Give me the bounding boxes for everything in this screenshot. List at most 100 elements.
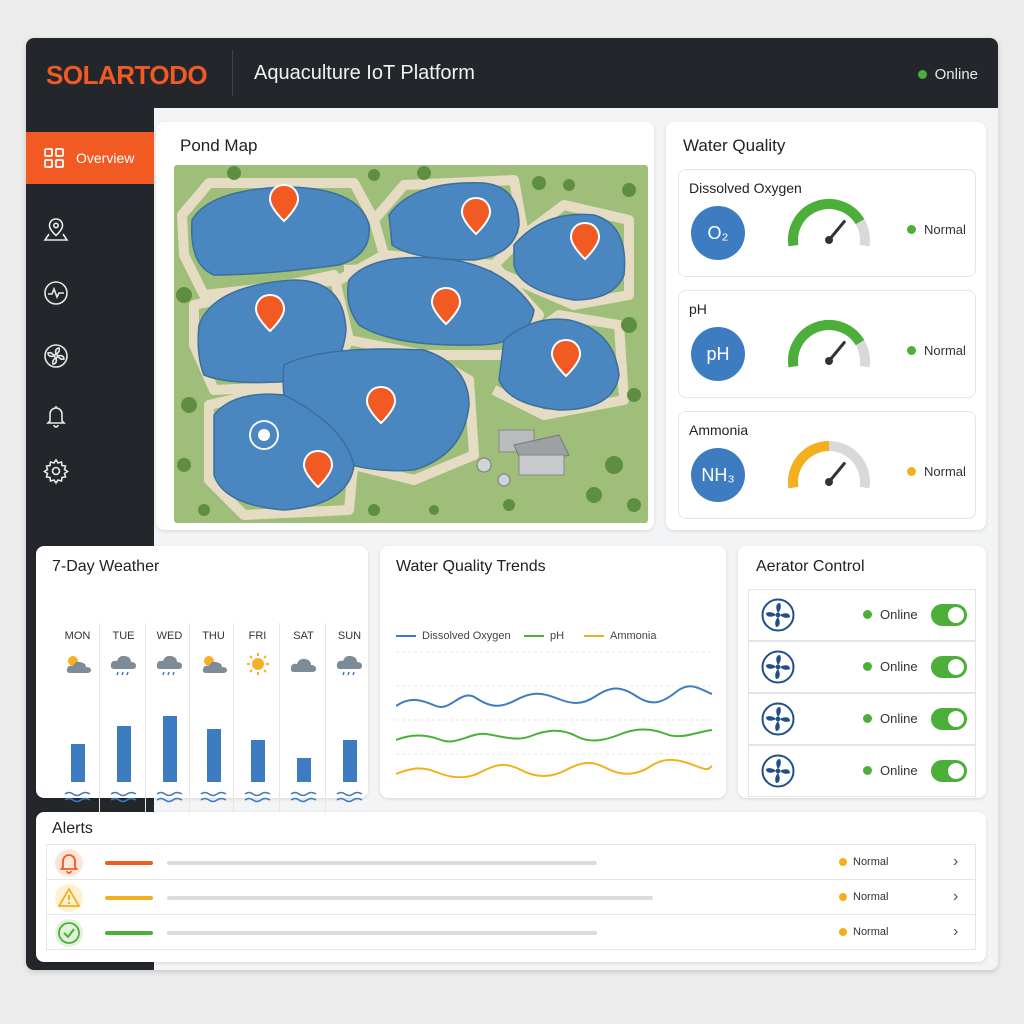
alert-text-placeholder [167,931,597,935]
aerator-status: Online [863,607,918,622]
aerator-title: Aerator Control [756,558,865,575]
weather-day: TUE [102,630,145,810]
weather-day: FRI [236,630,279,810]
rain-icon [154,652,186,683]
day-name: THU [202,630,225,642]
fan-icon [761,650,795,684]
alert-status: Normal [839,891,888,903]
day-divider [189,623,190,813]
weather-day: SAT [282,630,325,810]
weather-bar [117,726,131,782]
connection-status-label: Online [934,66,978,83]
trends-legend-ammonia: Ammonia [584,630,656,642]
water-quality-row[interactable]: Dissolved Oxygen O₂ Normal [678,169,976,277]
alert-severity-bar [105,861,153,865]
weather-bar [207,729,221,782]
pond-map-title: Pond Map [180,136,258,155]
status-dot-icon [863,610,872,619]
fan-icon[interactable] [43,343,69,369]
metric-status-label: Normal [924,343,966,358]
weather-title: 7-Day Weather [52,558,160,575]
status-dot-icon [907,346,916,355]
cloud-icon [288,652,320,683]
trends-legend-ph: pH [524,630,564,642]
alert-row[interactable]: Normal › [46,844,976,880]
bell-icon[interactable] [43,403,69,429]
day-divider [145,623,146,813]
alert-status: Normal [839,926,888,938]
aerator-status: Online [863,711,918,726]
aerator-status-label: Online [880,607,918,622]
alerts-title: Alerts [52,820,93,837]
metric-gauge [785,311,877,380]
weather-day: MON [56,630,99,810]
alert-status-label: Normal [853,856,889,868]
weather-day: THU [192,630,235,810]
alert-severity-bar [105,931,153,935]
status-dot-icon [907,225,916,234]
alert-row[interactable]: Normal › [46,914,976,950]
metric-status-label: Normal [924,222,966,237]
aerator-status-label: Online [880,763,918,778]
status-dot-icon [907,467,916,476]
alert-row[interactable]: Normal › [46,879,976,915]
status-dot-icon [863,714,872,723]
trends-legend-do: Dissolved Oxygen [396,630,511,642]
grid-icon [44,148,64,168]
waves-icon [336,790,364,809]
weather-bar [163,716,177,782]
gear-icon[interactable] [43,458,69,484]
waves-icon [64,790,92,809]
status-dot-icon [863,662,872,671]
series-line-ph [396,728,713,743]
water-quality-row[interactable]: Ammonia NH₃ Normal [678,411,976,519]
connection-status: Online [917,66,978,83]
metric-gauge [785,190,877,259]
day-name: SAT [293,630,314,642]
metric-status: Normal [907,464,966,479]
day-name: TUE [112,630,135,642]
day-name: MON [64,630,91,642]
partly-cloudy-icon [62,652,94,683]
metric-status: Normal [907,343,966,358]
chevron-right-icon[interactable]: › [953,853,958,871]
legend-label: pH [550,630,565,642]
status-dot-icon [863,766,872,775]
aerator-toggle[interactable] [931,760,967,782]
series-line-ammonia [396,759,713,778]
aerator-toggle[interactable] [931,604,967,626]
pond-map[interactable] [174,165,648,523]
metric-icon: pH [691,327,745,381]
aerator-toggle[interactable] [931,656,967,678]
header-divider [232,50,233,96]
aerator-row: Online [748,745,976,797]
alert-status-label: Normal [853,891,889,903]
activity-icon[interactable] [43,280,69,306]
sidebar-item-overview[interactable]: Overview [26,132,154,184]
aerator-toggle[interactable] [931,708,967,730]
aerator-row: Online [748,589,976,641]
waves-icon [290,790,318,809]
water-quality-row[interactable]: pH pH Normal [678,290,976,398]
fan-icon [761,598,795,632]
chevron-right-icon[interactable]: › [953,888,958,906]
alert-status: Normal [839,856,888,868]
series-line-dissolved-oxygen [396,685,713,708]
weather-day: SUN [328,630,371,810]
online-dot-icon [917,70,927,79]
aerator-status: Online [863,763,918,778]
fan-icon [761,754,795,788]
chevron-right-icon[interactable]: › [953,923,958,941]
warning-icon [55,884,83,912]
metric-status-label: Normal [924,464,966,479]
top-bar: SOLARTODO Aquaculture IoT Platform Onlin… [26,38,998,108]
day-divider [99,623,100,813]
alert-severity-bar [105,896,153,900]
weather-bar [343,740,357,782]
map-pin-icon[interactable] [43,216,69,242]
partly-cloudy-icon [198,652,230,683]
rain-icon [334,652,366,683]
status-dot-icon [839,858,847,866]
legend-label: Dissolved Oxygen [422,630,511,642]
aerator-row: Online [748,641,976,693]
